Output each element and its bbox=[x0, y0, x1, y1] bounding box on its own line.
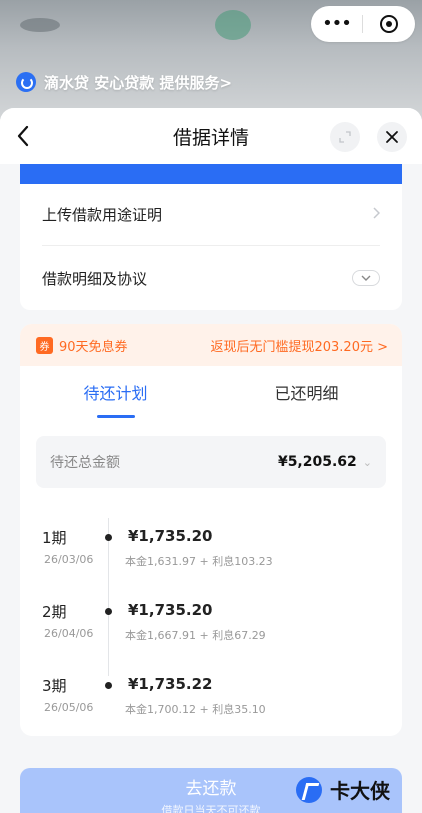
installment-date: 26/03/06 bbox=[44, 553, 94, 566]
total-amount: ¥5,205.62 bbox=[277, 454, 357, 470]
provider-text: 滴水贷 安心贷款 提供服务> bbox=[44, 73, 233, 92]
total-pending-amount[interactable]: 待还总金额 ¥5,205.62 ⌄ bbox=[36, 436, 386, 488]
mini-program-capsule: ••• bbox=[311, 6, 415, 42]
plan-tabs: 待还计划 已还明细 bbox=[20, 366, 402, 424]
blurred-shape bbox=[20, 18, 60, 32]
nav-bar: 借据详情 bbox=[0, 108, 422, 164]
service-provider[interactable]: 滴水贷 安心贷款 提供服务> bbox=[16, 70, 232, 94]
chevron-right-icon bbox=[373, 206, 381, 223]
close-icon[interactable] bbox=[377, 122, 407, 152]
coupon-banner[interactable]: 券 90天免息券 返现后无门槛提现203.20元 > bbox=[20, 324, 402, 366]
installment-period: 3期 bbox=[42, 677, 67, 695]
coupon-info: 券 90天免息券 bbox=[36, 336, 128, 355]
installment-date: 26/05/06 bbox=[44, 701, 94, 714]
installment-amount: ¥1,735.22 bbox=[128, 675, 213, 693]
blurred-shape bbox=[215, 10, 251, 40]
timeline-dot bbox=[105, 534, 112, 541]
more-dots-icon[interactable]: ••• bbox=[311, 6, 362, 42]
active-tab-indicator bbox=[97, 415, 135, 418]
watermark: 卡大侠 bbox=[296, 775, 390, 804]
installment-detail: 本金1,667.91 + 利息67.29 bbox=[125, 629, 266, 642]
tab-label: 待还计划 bbox=[83, 384, 148, 403]
target-icon[interactable] bbox=[363, 15, 415, 33]
coupon-label: 90天免息券 bbox=[59, 339, 128, 355]
timeline-dot bbox=[105, 682, 112, 689]
installment-row: 1期 26/03/06 ¥1,735.20 本金1,631.97 + 利息103… bbox=[20, 527, 402, 587]
loan-menu-card: 上传借款用途证明 借款明细及协议 bbox=[20, 184, 402, 310]
chevron-down-icon[interactable] bbox=[352, 270, 380, 286]
watermark-text: 卡大侠 bbox=[330, 779, 390, 803]
installment-amount: ¥1,735.20 bbox=[128, 601, 213, 619]
chevron-down-icon: ⌄ bbox=[362, 456, 372, 469]
detail-sheet: 借据详情 上传借款用途证明 借款明细及协议 券 90天免息券 返现后无门槛提现2… bbox=[0, 108, 422, 813]
coupon-offer[interactable]: 返现后无门槛提现203.20元 > bbox=[210, 336, 388, 355]
expand-icon[interactable] bbox=[330, 122, 360, 152]
total-label: 待还总金额 bbox=[50, 455, 120, 471]
installment-amount: ¥1,735.20 bbox=[128, 527, 213, 545]
watermark-logo-icon bbox=[296, 776, 322, 803]
chevron-left-icon[interactable] bbox=[16, 124, 38, 148]
tab-repaid-details[interactable]: 已还明细 bbox=[211, 366, 402, 424]
installment-detail: 本金1,700.12 + 利息35.10 bbox=[125, 703, 266, 716]
menu-item-label: 上传借款用途证明 bbox=[42, 206, 163, 224]
installment-period: 1期 bbox=[42, 529, 67, 547]
timeline-dot bbox=[105, 608, 112, 615]
coupon-badge: 券 bbox=[36, 336, 53, 354]
installment-detail: 本金1,631.97 + 利息103.23 bbox=[125, 555, 273, 568]
loan-banner-edge bbox=[20, 164, 402, 184]
installment-period: 2期 bbox=[42, 603, 67, 621]
installment-row: 3期 26/05/06 ¥1,735.22 本金1,700.12 + 利息35.… bbox=[20, 675, 402, 735]
tab-pending-plan[interactable]: 待还计划 bbox=[20, 366, 211, 424]
installment-row: 2期 26/04/06 ¥1,735.20 本金1,667.91 + 利息67.… bbox=[20, 601, 402, 661]
repayment-plan-card: 券 90天免息券 返现后无门槛提现203.20元 > 待还计划 已还明细 待还总… bbox=[20, 324, 402, 736]
menu-item-purpose-proof[interactable]: 上传借款用途证明 bbox=[42, 184, 381, 246]
installment-date: 26/04/06 bbox=[44, 627, 94, 640]
total-amount-wrap: ¥5,205.62 ⌄ bbox=[278, 454, 372, 470]
tab-label: 已还明细 bbox=[274, 384, 339, 403]
menu-item-loan-details[interactable]: 借款明细及协议 bbox=[42, 247, 380, 309]
provider-logo-icon bbox=[16, 72, 36, 92]
menu-item-label: 借款明细及协议 bbox=[42, 269, 148, 288]
page-title: 借据详情 bbox=[172, 126, 249, 149]
